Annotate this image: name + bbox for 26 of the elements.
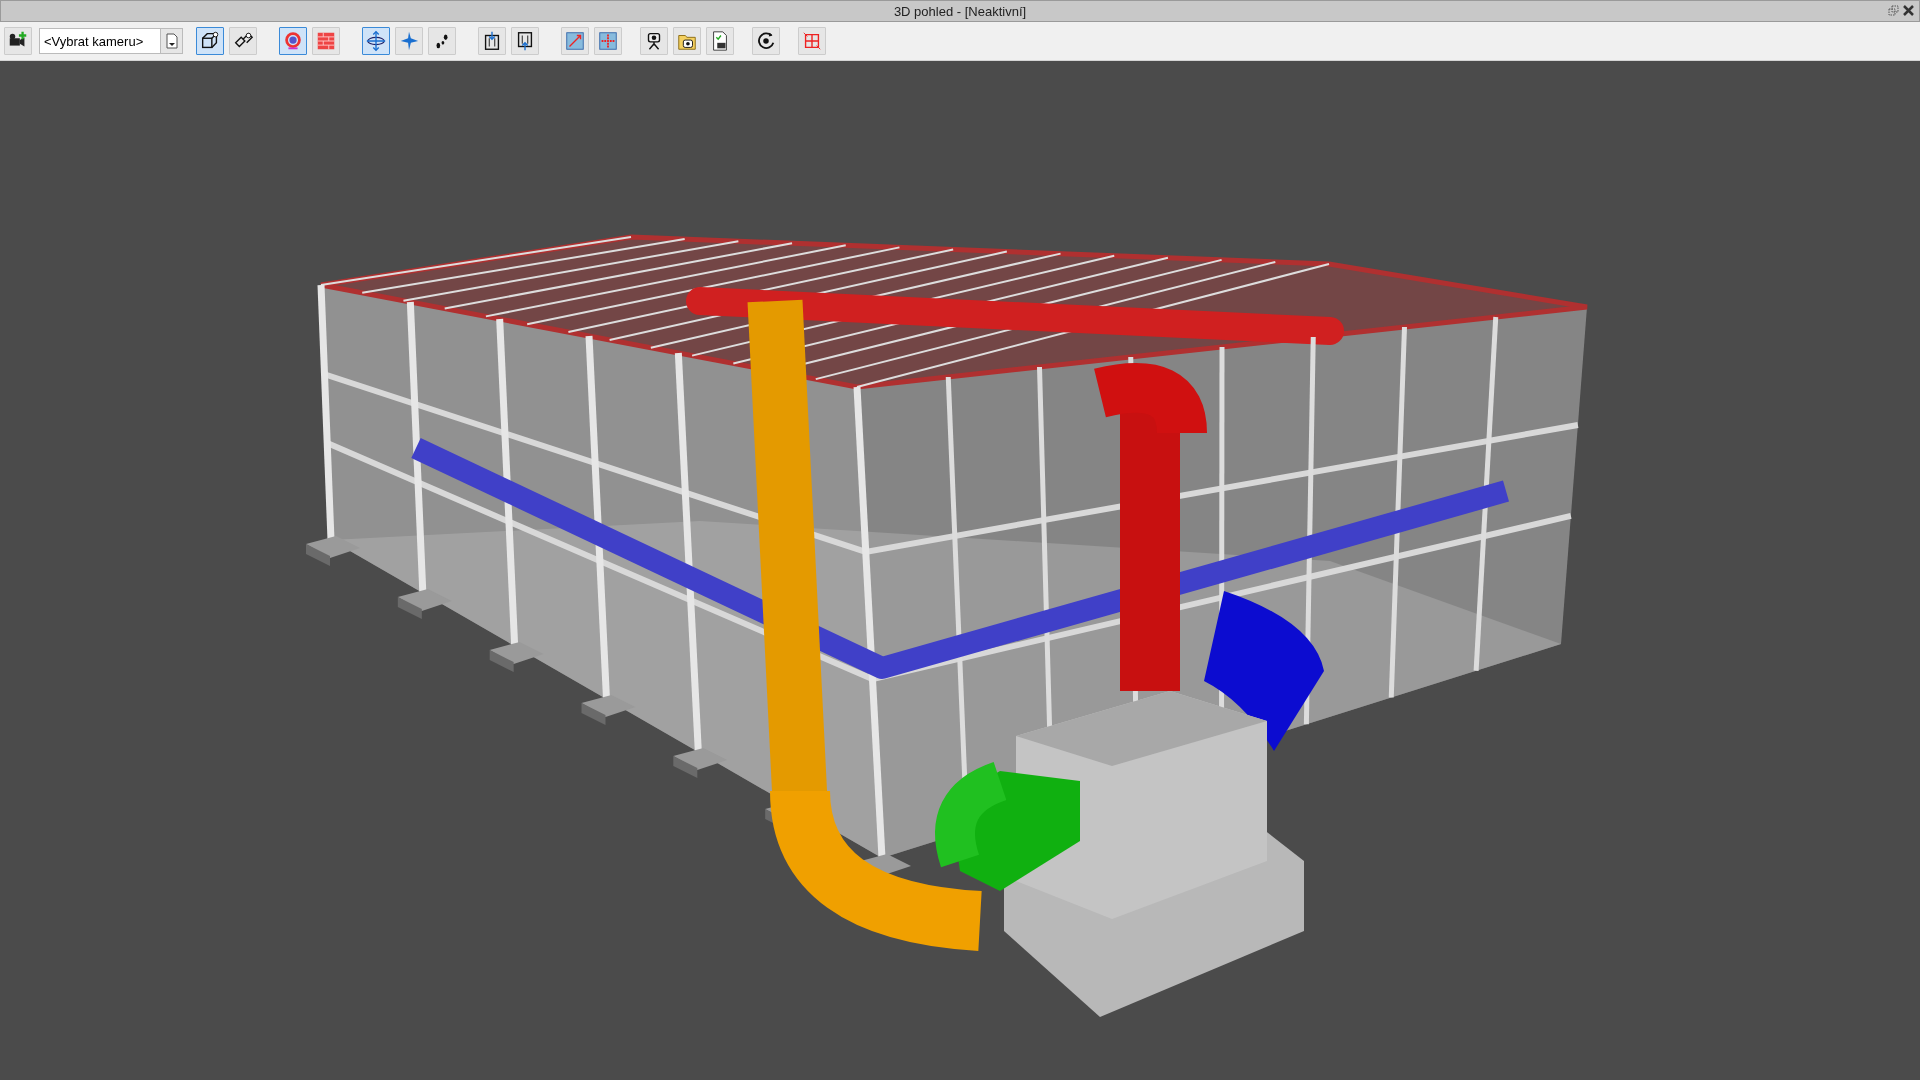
- orbit-button[interactable]: [362, 27, 390, 55]
- dropdown-button[interactable]: [161, 28, 183, 54]
- rotate-3d-button[interactable]: [752, 27, 780, 55]
- folder-camera-button[interactable]: [673, 27, 701, 55]
- grid-cross-button[interactable]: [594, 27, 622, 55]
- close-icon[interactable]: [1903, 5, 1914, 16]
- color-wheel-button[interactable]: [279, 27, 307, 55]
- camera-tripod-button[interactable]: [640, 27, 668, 55]
- frame-grid-button[interactable]: [798, 27, 826, 55]
- frame-grid-icon: [801, 30, 823, 52]
- restore-icon[interactable]: [1888, 5, 1899, 16]
- grid-arrow-button[interactable]: [561, 27, 589, 55]
- window-title: 3D pohled - [Neaktivní]: [893, 3, 1027, 19]
- clip-down-button[interactable]: [478, 27, 506, 55]
- dropdown-icon: [165, 33, 178, 49]
- clip-up-button[interactable]: [511, 27, 539, 55]
- grid-cross-icon: [597, 30, 619, 52]
- brick-wall-button[interactable]: [312, 27, 340, 55]
- box-view-button[interactable]: [196, 27, 224, 55]
- color-wheel-icon: [282, 30, 304, 52]
- brick-wall-icon: [315, 30, 337, 52]
- camera-select[interactable]: <Vybrat kameru>: [39, 28, 161, 54]
- box-link-button[interactable]: [229, 27, 257, 55]
- orbit-icon: [365, 30, 387, 52]
- add-camera-button[interactable]: [4, 27, 32, 55]
- rotate-3d-icon: [755, 30, 777, 52]
